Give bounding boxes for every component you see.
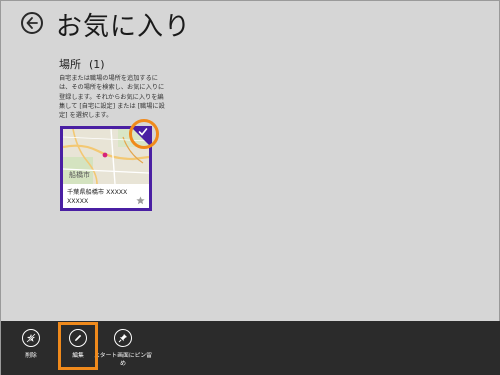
- delete-icon-circle: [22, 329, 40, 347]
- back-arrow-icon: [26, 17, 38, 29]
- card-title: 千葉県船橋市 XXXXX XXXXX: [67, 189, 128, 205]
- star-icon: [136, 196, 145, 205]
- delete-icon: [26, 333, 36, 343]
- pin-to-start-button[interactable]: スタート画面にピン留め: [93, 329, 153, 369]
- pin-label: スタート画面にピン留め: [94, 353, 152, 368]
- section-title: 場所: [59, 58, 81, 71]
- back-button[interactable]: [21, 12, 43, 34]
- section-header: 場所 (1): [59, 56, 105, 72]
- help-text: 自宅または職場の場所を追加するには、その場所を検索し、お気に入りに登録します。そ…: [59, 75, 165, 120]
- selection-highlight-circle: [129, 119, 159, 149]
- section-count: (1): [89, 58, 105, 71]
- pin-icon: [118, 334, 127, 343]
- app-window: お気に入り 場所 (1) 自宅または職場の場所を追加するには、その場所を検索し、お…: [0, 0, 500, 375]
- pin-icon-circle: [114, 329, 132, 347]
- map-place-label: 船橋市: [69, 170, 90, 179]
- page-title: お気に入り: [56, 12, 192, 42]
- edit-button-highlight: [58, 322, 98, 370]
